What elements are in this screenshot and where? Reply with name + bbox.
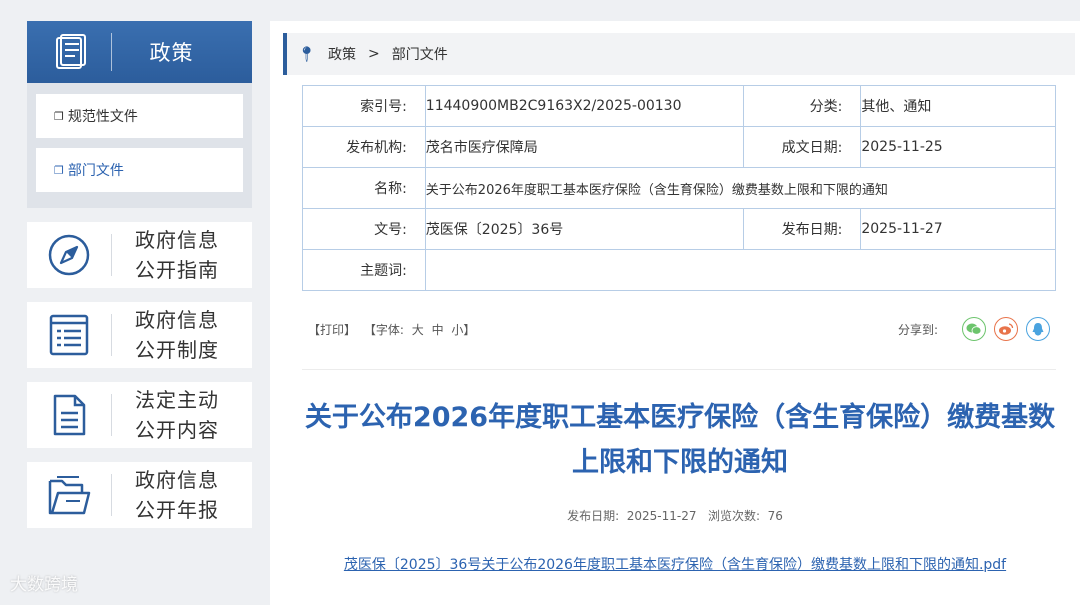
org-label: 发布机构: [302, 126, 426, 168]
location-pin-icon: 📍︎ [297, 45, 317, 63]
wechat-share-icon[interactable] [962, 317, 986, 341]
breadcrumb: 📍︎ 政策 > 部门文件 [283, 33, 1075, 75]
print-button[interactable]: 【打印】 [308, 323, 356, 337]
policy-sub-menu: ❐ 规范性文件 ❐ 部门文件 [27, 83, 252, 208]
table-row: 发布机构: 茂名市医疗保障局 成文日期: 2025-11-25 [302, 126, 1056, 168]
sub-item-label: 规范性文件 [67, 109, 138, 125]
nav-disclosure-guide[interactable]: 政府信息 公开指南 [27, 222, 252, 288]
sidebar: 政策 ❐ 规范性文件 ❐ 部门文件 政府信息 公开指南 政府信息 公开制度 法定… [27, 21, 252, 528]
policy-header[interactable]: 政策 [27, 21, 252, 83]
nav-statutory-content[interactable]: 法定主动 公开内容 [27, 382, 252, 448]
nav-label: 政府信息 [135, 228, 219, 252]
divider [302, 369, 1056, 370]
table-row: 名称: 关于公布2026年度职工基本医疗保险（含生育保险）缴费基数上限和下限的通… [302, 167, 1057, 209]
name-label: 名称: [302, 167, 426, 209]
share-label: 分享到: [897, 322, 938, 337]
header-divider [111, 33, 112, 71]
doc-number-label: 文号: [302, 208, 426, 250]
policy-title: 政策 [149, 41, 194, 65]
compass-icon [27, 222, 111, 288]
file-icon: ❐ [54, 109, 64, 123]
category-value: 其他、通知 [860, 85, 1056, 127]
folder-icon [27, 462, 111, 528]
card-divider [111, 314, 112, 356]
file-icon: ❐ [54, 163, 64, 177]
publish-date-value: 2025-11-27 [860, 208, 1056, 250]
nav-label: 政府信息 [135, 468, 219, 492]
book-icon [27, 21, 111, 83]
nav-disclosure-system[interactable]: 政府信息 公开制度 [27, 302, 252, 368]
main-content: 📍︎ 政策 > 部门文件 索引号: 11440900MB2C9163X2/202… [270, 21, 1080, 605]
nav-label: 公开内容 [135, 418, 219, 442]
table-row: 主题词: [302, 249, 1057, 291]
font-small-button[interactable]: 小】 [451, 323, 475, 337]
doc-number-value: 茂医保〔2025〕36号 [424, 208, 744, 250]
sub-item-normative-docs[interactable]: ❐ 规范性文件 [36, 94, 243, 138]
sub-item-label: 部门文件 [67, 163, 124, 179]
table-row: 索引号: 11440900MB2C9163X2/2025-00130 分类: 其… [302, 85, 1056, 127]
font-medium-button[interactable]: 中 [432, 323, 444, 337]
weibo-share-icon[interactable] [994, 317, 1018, 341]
nav-label: 公开年报 [135, 498, 219, 522]
font-size-label: 【字体: [363, 323, 404, 337]
nav-label: 公开指南 [135, 258, 219, 282]
article-title: 关于公布2026年度职工基本医疗保险（含生育保险）缴费基数上限和下限的通知 [304, 402, 1056, 478]
font-large-button[interactable]: 大 [412, 323, 424, 337]
sub-item-department-docs[interactable]: ❐ 部门文件 [36, 148, 243, 192]
publish-date-label: 发布日期: [742, 208, 862, 250]
nav-label: 政府信息 [135, 308, 219, 332]
written-date-value: 2025-11-25 [860, 126, 1056, 168]
subject-value [424, 249, 1057, 291]
watermark-logo: 大数跨境 [10, 570, 78, 595]
card-divider [111, 234, 112, 276]
qq-share-icon[interactable] [1026, 317, 1050, 341]
card-divider [111, 474, 112, 516]
name-value: 关于公布2026年度职工基本医疗保险（含生育保险）缴费基数上限和下限的通知 [424, 167, 1057, 209]
category-label: 分类: [742, 85, 862, 127]
card-divider [111, 394, 112, 436]
subject-label: 主题词: [302, 249, 426, 291]
watermark-text: 大数跨境 [10, 575, 78, 595]
org-value: 茂名市医疗保障局 [424, 126, 744, 168]
breadcrumb-separator: > [368, 46, 380, 62]
document-meta-table: 索引号: 11440900MB2C9163X2/2025-00130 分类: 其… [302, 85, 1057, 291]
list-icon [27, 302, 111, 368]
index-value: 11440900MB2C9163X2/2025-00130 [424, 85, 744, 127]
index-label: 索引号: [302, 85, 426, 127]
nav-label: 公开制度 [135, 338, 219, 362]
article-tools: 【打印】 【字体: 大 中 小】 [308, 321, 479, 338]
breadcrumb-link-policy[interactable]: 政策 [328, 44, 356, 64]
nav-annual-report[interactable]: 政府信息 公开年报 [27, 462, 252, 528]
table-row: 文号: 茂医保〔2025〕36号 发布日期: 2025-11-27 [302, 208, 1056, 250]
written-date-label: 成文日期: [742, 126, 862, 168]
share-bar: 分享到: [898, 317, 1050, 341]
nav-label: 法定主动 [135, 388, 219, 412]
article-meta: 发布日期: 2025-11-27 浏览次数: 76 [567, 509, 783, 523]
document-icon [27, 382, 111, 448]
breadcrumb-link-department-docs[interactable]: 部门文件 [392, 44, 448, 64]
attachment-link[interactable]: 茂医保〔2025〕36号关于公布2026年度职工基本医疗保险（含生育保险）缴费基… [270, 554, 1080, 574]
